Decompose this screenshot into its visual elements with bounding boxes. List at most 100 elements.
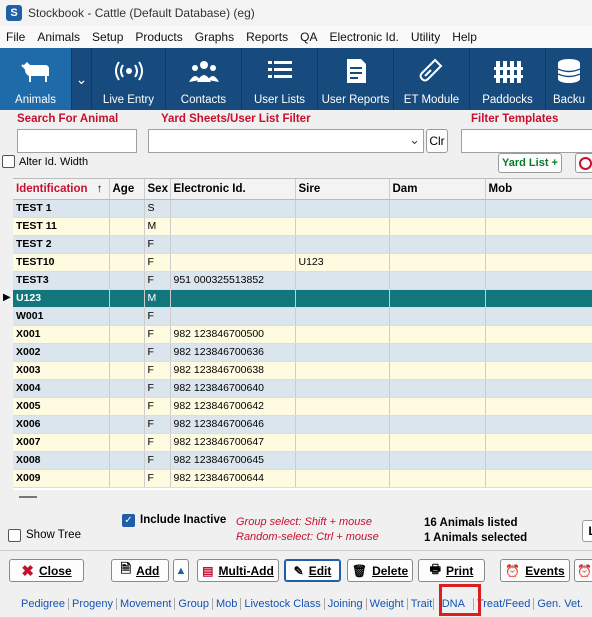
table-row[interactable]: X006 F 982 123846700646 xyxy=(13,415,592,434)
cell-sex[interactable]: F xyxy=(144,307,171,326)
cell-age[interactable] xyxy=(109,451,145,470)
cell-sire[interactable] xyxy=(295,343,390,362)
cell-mob[interactable] xyxy=(485,253,592,272)
grid-horizontal-scrollbar[interactable] xyxy=(13,490,592,504)
tab-group[interactable]: Group xyxy=(175,597,213,610)
cell-sex[interactable]: M xyxy=(144,289,171,308)
cell-age[interactable] xyxy=(109,343,145,362)
edit-button[interactable]: ✎ Edit xyxy=(284,559,341,582)
cell-mob[interactable] xyxy=(485,289,592,308)
cell-sire[interactable] xyxy=(295,415,390,434)
search-animal-input[interactable] xyxy=(17,129,137,153)
cell-mob[interactable] xyxy=(485,199,592,218)
cell-identification[interactable]: X008 xyxy=(13,451,110,470)
tab-mob[interactable]: Mob xyxy=(213,597,242,610)
cell-sire[interactable] xyxy=(295,469,390,488)
multi-add-button[interactable]: ▤ Multi-Add xyxy=(197,559,279,582)
table-row[interactable]: TEST 2 F xyxy=(13,235,592,254)
print-button[interactable]: 🖶 Print xyxy=(418,559,485,582)
cell-dam[interactable] xyxy=(389,199,486,218)
col-age[interactable]: Age xyxy=(109,179,145,200)
cell-sire[interactable] xyxy=(295,397,390,416)
cell-electronic-id[interactable]: 982 123846700647 xyxy=(170,433,296,452)
cell-electronic-id[interactable]: 982 123846700640 xyxy=(170,379,296,398)
cell-sex[interactable]: M xyxy=(144,217,171,236)
include-inactive-checkbox[interactable]: ✓ xyxy=(122,514,135,527)
cell-age[interactable] xyxy=(109,199,145,218)
cell-dam[interactable] xyxy=(389,379,486,398)
cell-dam[interactable] xyxy=(389,433,486,452)
cell-age[interactable] xyxy=(109,289,145,308)
cell-identification[interactable]: X009 xyxy=(13,469,110,488)
cell-identification[interactable]: X002 xyxy=(13,343,110,362)
cell-age[interactable] xyxy=(109,217,145,236)
cell-age[interactable] xyxy=(109,361,145,380)
yard-list-add-button[interactable]: Yard List + xyxy=(498,153,562,173)
cell-identification[interactable]: W001 xyxy=(13,307,110,326)
cell-sex[interactable]: F xyxy=(144,433,171,452)
cell-electronic-id[interactable]: 982 123846700642 xyxy=(170,397,296,416)
cell-electronic-id[interactable] xyxy=(170,289,296,308)
menu-graphs[interactable]: Graphs xyxy=(189,30,240,44)
delete-button[interactable]: 🗑 Delete xyxy=(347,559,413,582)
cell-electronic-id[interactable]: 982 123846700638 xyxy=(170,361,296,380)
yard-filter-select[interactable]: ⌄ xyxy=(148,129,424,153)
animals-dropdown-button[interactable]: ⌄ xyxy=(72,48,92,110)
tab-treat-feed[interactable]: Treat/Feed xyxy=(474,597,535,610)
cell-identification[interactable]: TEST 11 xyxy=(13,217,110,236)
scroll-thumb[interactable] xyxy=(19,496,37,498)
cell-mob[interactable] xyxy=(485,325,592,344)
cell-mob[interactable] xyxy=(485,361,592,380)
user-reports-tool-button[interactable]: User Reports xyxy=(318,48,394,110)
table-row[interactable]: X007 F 982 123846700647 xyxy=(13,433,592,452)
cell-dam[interactable] xyxy=(389,397,486,416)
cell-sex[interactable]: S xyxy=(144,199,171,218)
col-identification[interactable]: Identification ↑ xyxy=(13,179,110,200)
cell-electronic-id[interactable] xyxy=(170,253,296,272)
filter-templates-input[interactable] xyxy=(461,129,592,153)
menu-utility[interactable]: Utility xyxy=(405,30,446,44)
cell-identification[interactable]: X006 xyxy=(13,415,110,434)
table-row[interactable]: TEST 1 S xyxy=(13,199,592,218)
add-button[interactable]: 🗎 Add xyxy=(111,559,169,582)
cell-mob[interactable] xyxy=(485,307,592,326)
cell-mob[interactable] xyxy=(485,343,592,362)
tab-pedigree[interactable]: Pedigree xyxy=(18,597,70,610)
show-tree-checkbox[interactable] xyxy=(8,529,21,542)
cell-identification[interactable]: X004 xyxy=(13,379,110,398)
cell-sex[interactable]: F xyxy=(144,451,171,470)
cell-sex[interactable]: F xyxy=(144,343,171,362)
cell-sire[interactable] xyxy=(295,361,390,380)
cell-sex[interactable]: F xyxy=(144,361,171,380)
table-row[interactable]: X002 F 982 123846700636 xyxy=(13,343,592,362)
table-row[interactable]: X008 F 982 123846700645 xyxy=(13,451,592,470)
menu-reports[interactable]: Reports xyxy=(240,30,294,44)
cell-age[interactable] xyxy=(109,307,145,326)
cell-age[interactable] xyxy=(109,415,145,434)
menu-help[interactable]: Help xyxy=(446,30,483,44)
cell-sex[interactable]: F xyxy=(144,235,171,254)
cell-sire[interactable]: U123 xyxy=(295,253,390,272)
cell-identification[interactable]: U123 xyxy=(13,289,110,308)
cell-identification[interactable]: TEST10 xyxy=(13,253,110,272)
cell-dam[interactable] xyxy=(389,451,486,470)
cell-dam[interactable] xyxy=(389,343,486,362)
table-row[interactable]: U123 M xyxy=(13,289,592,308)
cell-mob[interactable] xyxy=(485,397,592,416)
cell-identification[interactable]: TEST3 xyxy=(13,271,110,290)
cell-sex[interactable]: F xyxy=(144,253,171,272)
cell-dam[interactable] xyxy=(389,235,486,254)
filter-clear-button[interactable] xyxy=(575,153,592,173)
cell-mob[interactable] xyxy=(485,415,592,434)
close-button[interactable]: ✖ Close xyxy=(9,559,84,582)
cell-identification[interactable]: TEST 2 xyxy=(13,235,110,254)
cell-dam[interactable] xyxy=(389,325,486,344)
list-button[interactable]: L xyxy=(582,520,592,542)
cell-sire[interactable] xyxy=(295,199,390,218)
add-options-button[interactable]: ▲ xyxy=(173,559,189,582)
cell-age[interactable] xyxy=(109,253,145,272)
events-button[interactable]: ⏰ Events xyxy=(500,559,570,582)
col-dam[interactable]: Dam xyxy=(389,179,486,200)
table-row[interactable]: W001 F xyxy=(13,307,592,326)
menu-electronic-id[interactable]: Electronic Id. xyxy=(323,30,404,44)
